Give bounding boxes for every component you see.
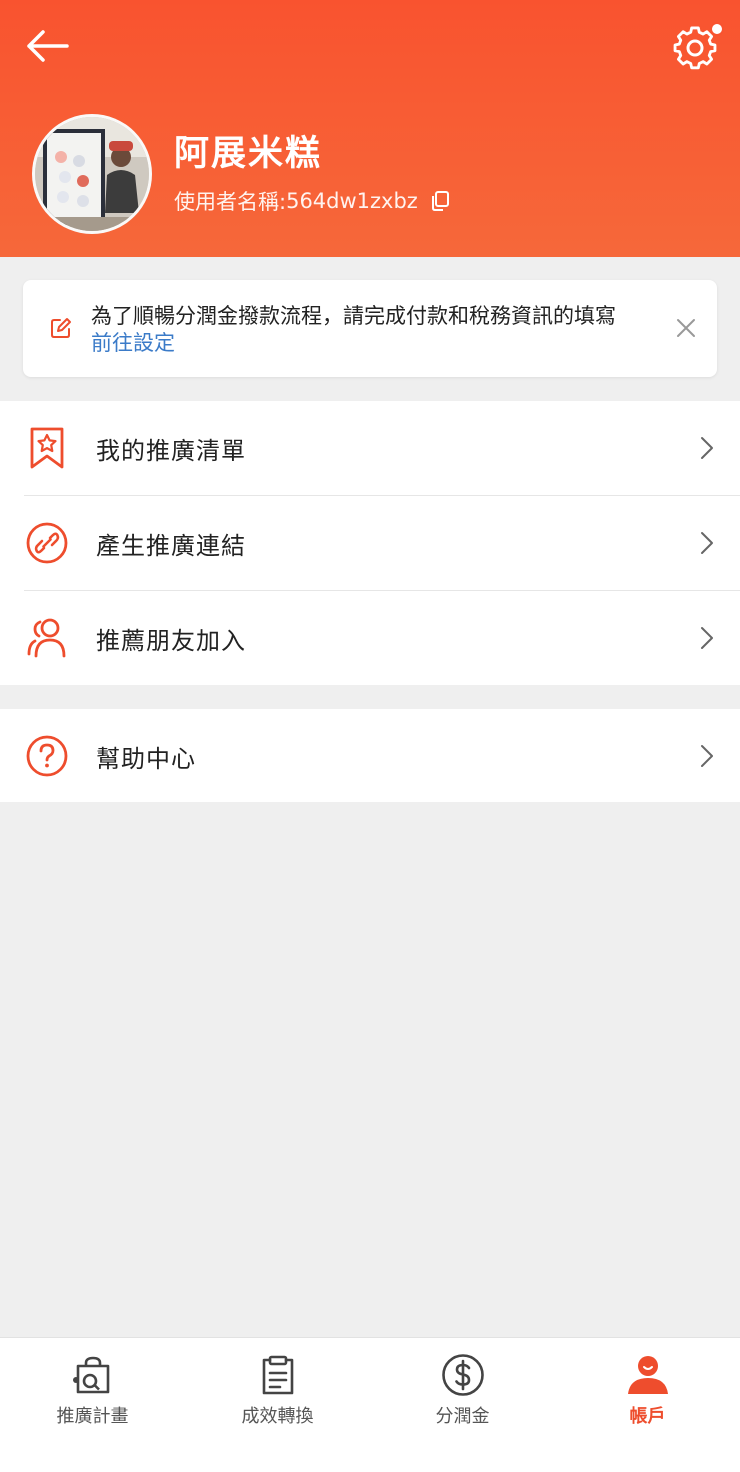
menu-group-help: 幫助中心 xyxy=(0,709,740,802)
edit-icon xyxy=(51,318,71,338)
menu-group-main: 我的推廣清單 產生推廣連結 推薦朋友加入 xyxy=(0,401,740,685)
menu-item-refer-friends[interactable]: 推薦朋友加入 xyxy=(0,591,740,685)
chevron-right-icon xyxy=(696,530,718,556)
display-name: 阿展米糕 xyxy=(174,134,323,174)
copy-icon[interactable] xyxy=(430,190,450,212)
notice-message: 為了順暢分潤金撥款流程，請完成付款和稅務資訊的填寫 xyxy=(91,304,616,328)
avatar[interactable] xyxy=(32,114,152,234)
users-icon xyxy=(24,615,70,661)
profile-header: 阿展米糕 使用者名稱: 564dw1zxbz xyxy=(0,0,740,257)
tab-label: 成效轉換 xyxy=(241,1406,314,1427)
gear-icon xyxy=(673,22,724,70)
settings-button[interactable] xyxy=(668,20,726,74)
chevron-right-icon xyxy=(696,743,718,769)
help-icon xyxy=(24,733,70,779)
tab-conversions[interactable]: 成效轉換 xyxy=(185,1338,370,1438)
menu-item-generate-link[interactable]: 產生推廣連結 xyxy=(0,496,740,590)
tab-campaigns[interactable]: 推廣計畫 xyxy=(0,1338,185,1438)
tab-label: 分潤金 xyxy=(435,1406,490,1427)
menu-item-label: 產生推廣連結 xyxy=(96,531,246,560)
menu-item-label: 我的推廣清單 xyxy=(96,436,246,465)
menu-item-label: 推薦朋友加入 xyxy=(96,626,246,655)
back-button[interactable] xyxy=(22,22,72,70)
tab-label: 推廣計畫 xyxy=(56,1406,129,1427)
notice-close-button[interactable] xyxy=(668,310,704,346)
username-label: 使用者名稱: xyxy=(174,190,287,214)
tab-commission[interactable]: 分潤金 xyxy=(370,1338,555,1438)
close-icon xyxy=(677,319,695,337)
account-person-icon xyxy=(626,1352,670,1398)
username-row: 使用者名稱: 564dw1zxbz xyxy=(174,184,450,218)
campaign-bag-icon xyxy=(72,1352,114,1398)
bookmark-star-icon xyxy=(24,425,70,471)
bottom-tab-bar: 推廣計畫 成效轉換 分潤金 帳戶 xyxy=(0,1337,740,1472)
chevron-right-icon xyxy=(696,625,718,651)
tab-account[interactable]: 帳戶 xyxy=(555,1338,740,1438)
menu-item-my-promotion-list[interactable]: 我的推廣清單 xyxy=(0,401,740,495)
dollar-coin-icon xyxy=(441,1352,485,1398)
link-icon xyxy=(24,520,70,566)
payout-info-notice: 為了順暢分潤金撥款流程，請完成付款和稅務資訊的填寫 前往設定 xyxy=(23,280,717,377)
menu-item-help-center[interactable]: 幫助中心 xyxy=(0,709,740,803)
back-arrow-icon xyxy=(27,30,69,62)
chevron-right-icon xyxy=(696,435,718,461)
username-value: 564dw1zxbz xyxy=(286,189,418,213)
go-to-settings-link[interactable]: 前往設定 xyxy=(91,329,175,357)
tab-label: 帳戶 xyxy=(629,1406,666,1427)
menu-item-label: 幫助中心 xyxy=(96,744,196,773)
avatar-photo xyxy=(35,117,149,231)
clipboard-icon xyxy=(260,1352,296,1398)
